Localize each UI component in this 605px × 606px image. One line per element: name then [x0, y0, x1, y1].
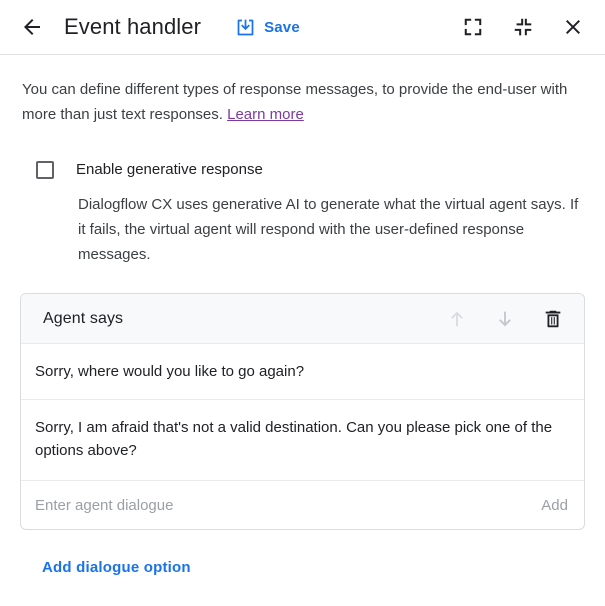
page-title: Event handler	[64, 14, 201, 40]
save-button-label: Save	[264, 19, 300, 36]
generative-response-description: Dialogflow CX uses generative AI to gene…	[78, 192, 585, 267]
close-icon	[561, 15, 585, 39]
agent-dialogue-input[interactable]: Enter agent dialogue	[35, 497, 529, 514]
add-dialogue-option-link[interactable]: Add dialogue option	[42, 559, 191, 576]
save-button[interactable]: Save	[235, 17, 300, 38]
arrow-up-icon	[446, 308, 468, 330]
agent-message-row[interactable]: Sorry, where would you like to go again?	[21, 344, 584, 400]
agent-message-row[interactable]: Sorry, I am afraid that's not a valid de…	[21, 400, 584, 481]
dialog-header: Event handler Save	[0, 0, 605, 55]
move-up-button[interactable]	[440, 302, 474, 336]
agent-says-title: Agent says	[43, 310, 123, 328]
enable-generative-response-checkbox-row[interactable]: Enable generative response	[36, 160, 585, 180]
agent-says-card: Agent says Sorry, where would you like t	[20, 293, 585, 530]
add-dialogue-button[interactable]: Add	[529, 497, 568, 514]
close-button[interactable]	[557, 11, 589, 43]
agent-says-card-header: Agent says	[21, 294, 584, 344]
fullscreen-expand-icon	[462, 16, 484, 38]
learn-more-link[interactable]: Learn more	[227, 106, 304, 123]
delete-button[interactable]	[536, 302, 570, 336]
intro-text: You can define different types of respon…	[22, 77, 574, 127]
trash-icon	[542, 308, 564, 330]
enable-generative-response-label: Enable generative response	[76, 160, 263, 180]
collapse-button[interactable]	[507, 11, 539, 43]
move-down-button[interactable]	[488, 302, 522, 336]
enable-generative-response-checkbox[interactable]	[36, 161, 54, 179]
expand-button[interactable]	[457, 11, 489, 43]
arrow-left-icon	[20, 15, 44, 39]
arrow-down-icon	[494, 308, 516, 330]
save-alt-icon	[235, 17, 256, 38]
back-button[interactable]	[18, 13, 46, 41]
agent-dialogue-input-row: Enter agent dialogue Add	[21, 481, 584, 529]
dialog-body: You can define different types of respon…	[0, 77, 605, 577]
fullscreen-collapse-icon	[512, 16, 534, 38]
